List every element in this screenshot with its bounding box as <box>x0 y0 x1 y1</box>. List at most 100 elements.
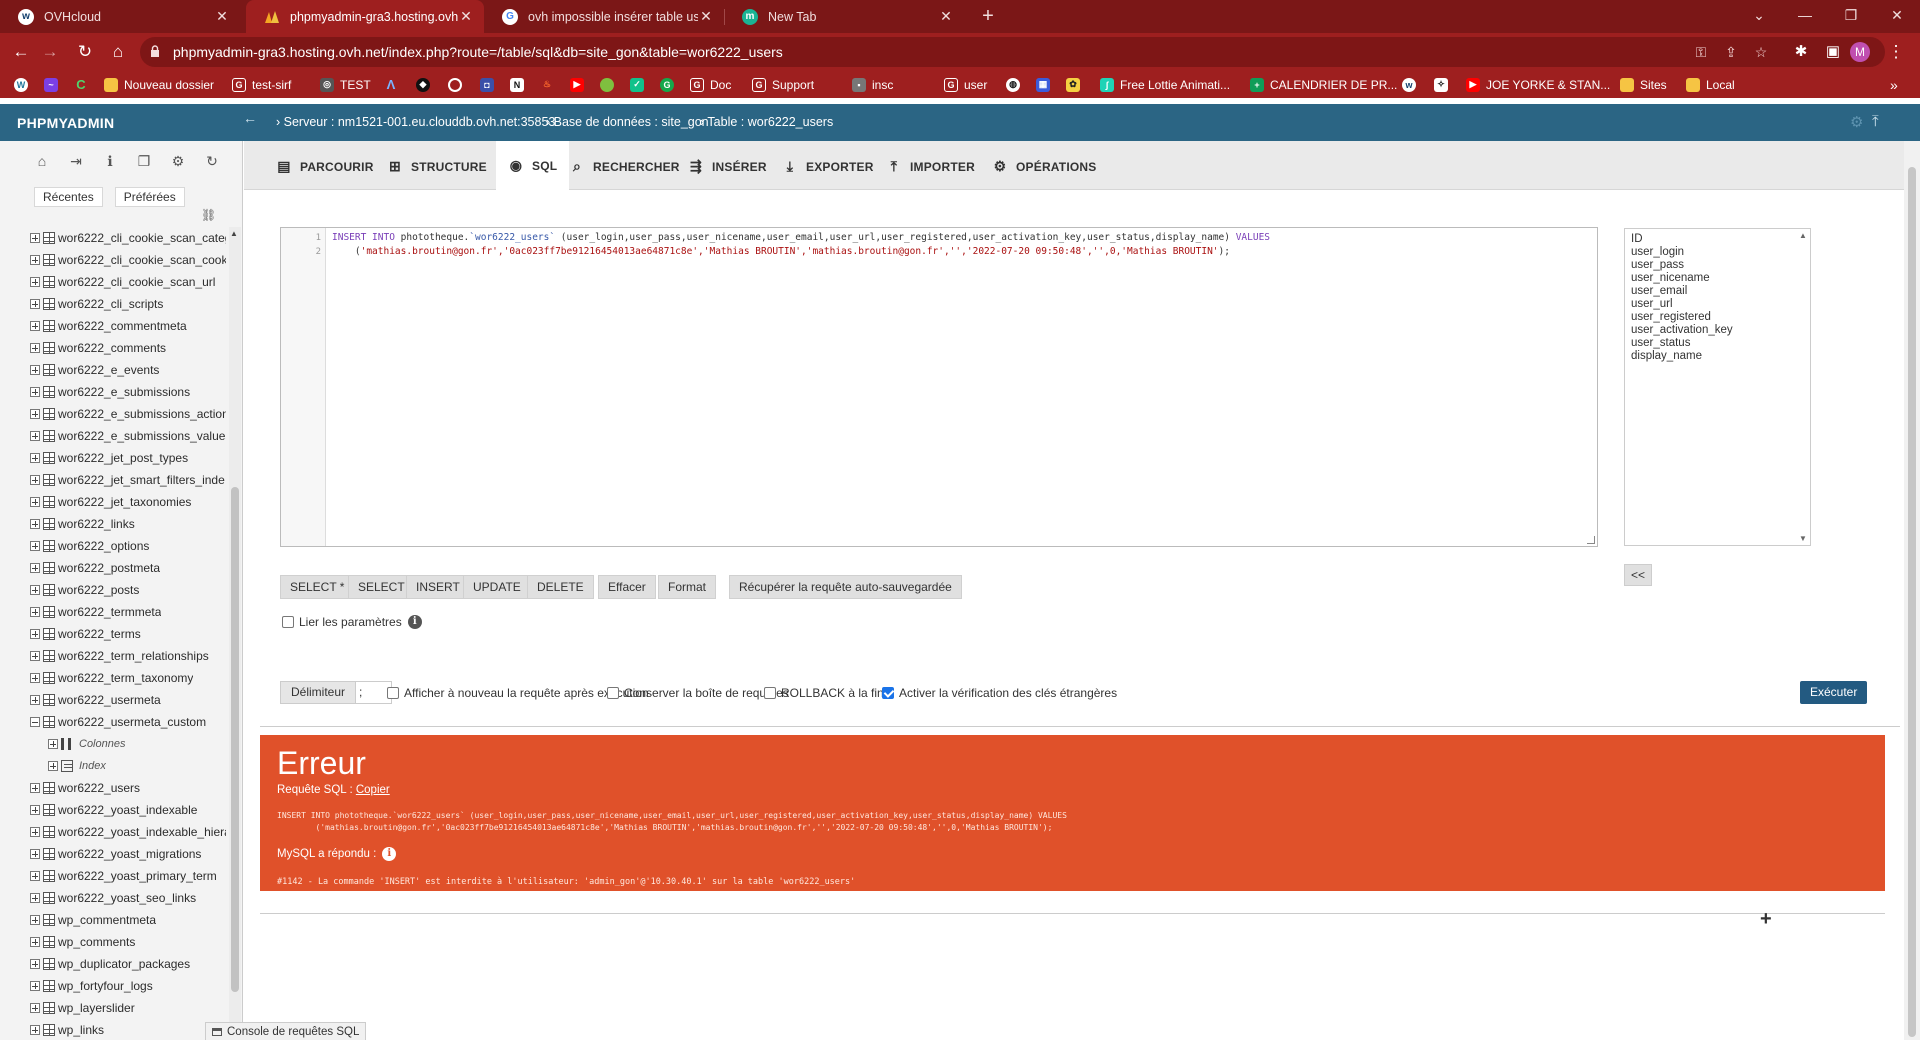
tree-table-item[interactable]: wor6222_jet_post_types <box>30 447 226 469</box>
link-chain-icon[interactable]: ⛓ <box>201 208 216 222</box>
bookmark-purple[interactable]: ~ <box>44 75 64 94</box>
profile-avatar[interactable]: M <box>1850 42 1870 62</box>
tree-table-item[interactable]: wor6222_postmeta <box>30 557 226 579</box>
expand-icon[interactable] <box>30 387 40 397</box>
settings-gear-icon[interactable]: ⚙ <box>1850 113 1863 131</box>
tree-table-item[interactable]: wor6222_commentmeta <box>30 315 226 337</box>
minimize-icon[interactable]: — <box>1782 0 1828 33</box>
tree-table-item[interactable]: wor6222_yoast_seo_links <box>30 887 226 909</box>
tree-table-item[interactable]: wor6222_jet_taxonomies <box>30 491 226 513</box>
bookmark-star-icon[interactable]: ☆ <box>1752 43 1770 61</box>
tab-operations[interactable]: ⚙ OPÉRATIONS <box>992 158 1097 175</box>
bookmark-ovh[interactable]: w <box>1402 75 1422 94</box>
column-option[interactable]: user_url <box>1631 298 1673 310</box>
tree-table-item[interactable]: wor6222_options <box>30 535 226 557</box>
tree-table-item[interactable]: wp_links <box>30 1019 226 1040</box>
bookmark-test[interactable]: ◎ TEST <box>320 75 371 94</box>
tree-table-item[interactable]: wp_fortyfour_logs <box>30 975 226 997</box>
bookmark-lottie[interactable]: ∫ Free Lottie Animati... <box>1100 75 1230 94</box>
tree-table-item[interactable]: wor6222_e_submissions <box>30 381 226 403</box>
tree-table-item[interactable]: wor6222_term_taxonomy <box>30 667 226 689</box>
expand-icon[interactable] <box>30 563 40 573</box>
keep-box-checkbox[interactable] <box>607 687 619 699</box>
expand-icon[interactable] <box>30 981 40 991</box>
page-scrollbar-thumb[interactable] <box>1908 167 1916 1037</box>
expand-icon[interactable] <box>30 651 40 661</box>
scroll-up-icon[interactable]: ▲ <box>230 229 238 238</box>
tab-sql[interactable]: ◉ SQL <box>496 141 570 190</box>
close-tab-icon[interactable]: ✕ <box>938 8 954 25</box>
close-tab-icon[interactable]: ✕ <box>458 8 474 25</box>
tree-table-item[interactable]: wor6222_yoast_indexable <box>30 799 226 821</box>
tab-browse[interactable]: ▤ PARCOURIR <box>276 158 374 175</box>
expand-icon[interactable] <box>30 585 40 595</box>
tree-table-item[interactable]: wor6222_termmeta <box>30 601 226 623</box>
close-tab-icon[interactable]: ✕ <box>698 8 714 25</box>
expand-icon[interactable] <box>30 299 40 309</box>
bookmark-app10[interactable]: ✧ <box>1434 75 1454 94</box>
close-window-icon[interactable]: ✕ <box>1874 0 1920 33</box>
bookmark-app5[interactable]: ♨ <box>540 75 560 94</box>
nav-scrollbar-thumb[interactable] <box>231 487 239 992</box>
bookmark-app8[interactable]: G <box>660 75 680 94</box>
bookmark-doc[interactable]: G Doc <box>690 75 731 94</box>
tab-export[interactable]: ⤓ EXPORTER <box>782 158 874 175</box>
expand-icon[interactable] <box>30 497 40 507</box>
bookmark-calendrier[interactable]: + CALENDRIER DE PR... <box>1250 75 1397 94</box>
expand-icon[interactable] <box>30 695 40 705</box>
expand-icon[interactable] <box>30 629 40 639</box>
tree-table-item[interactable]: wor6222_yoast_indexable_hiera <box>30 821 226 843</box>
rollback-option[interactable]: ROLLBACK à la fin <box>764 686 884 700</box>
tab-recent[interactable]: Récentes <box>34 187 103 207</box>
key-icon[interactable]: ⚿ <box>1692 43 1710 61</box>
bookmark-app4[interactable]: ◘ <box>480 75 500 94</box>
bookmark-user[interactable]: Guser <box>944 75 987 94</box>
tree-table-item[interactable]: wor6222_yoast_migrations <box>30 843 226 865</box>
tree-table-item[interactable]: wp_commentmeta <box>30 909 226 931</box>
bookmark-lambda[interactable]: Λ <box>384 75 404 94</box>
tab-search-chevron-icon[interactable]: ⌄ <box>1736 0 1782 33</box>
expand-icon[interactable] <box>30 431 40 441</box>
expand-icon[interactable] <box>30 959 40 969</box>
tree-table-item[interactable]: wor6222_usermeta <box>30 689 226 711</box>
page-scrollbar[interactable] <box>1904 141 1920 1040</box>
keep-box-option[interactable]: Conserver la boîte de requêtes <box>607 686 789 700</box>
tree-table-item[interactable]: wor6222_cli_cookie_scan_categ <box>30 227 226 249</box>
bookmark-c[interactable]: C <box>74 75 94 94</box>
bookmark-test-sirf[interactable]: Gtest-sirf <box>232 75 291 94</box>
tab-ovhcloud[interactable]: w OVHcloud ✕ <box>0 0 240 33</box>
resize-handle[interactable] <box>1587 536 1595 544</box>
tree-table-item[interactable]: wor6222_e_submissions_values <box>30 425 226 447</box>
tree-table-item[interactable]: wor6222_comments <box>30 337 226 359</box>
tree-table-item[interactable]: wor6222_cli_cookie_scan_url <box>30 271 226 293</box>
expand-icon[interactable] <box>30 849 40 859</box>
column-option[interactable]: user_nicename <box>1631 272 1710 284</box>
collapse-top-icon[interactable]: ⤒ <box>1872 113 1879 130</box>
home-icon[interactable]: ⌂ <box>25 153 59 173</box>
expand-icon[interactable] <box>30 453 40 463</box>
address-bar[interactable]: phpmyadmin-gra3.hosting.ovh.net/index.ph… <box>140 37 1885 67</box>
bookmark-app9[interactable]: ✿ <box>1066 75 1086 94</box>
tree-table-item[interactable]: wor6222_yoast_primary_term <box>30 865 226 887</box>
close-tab-icon[interactable]: ✕ <box>214 8 230 25</box>
tab-search[interactable]: ⌕ RECHERCHER <box>569 158 680 175</box>
new-tab-plus-icon[interactable]: + <box>975 4 1001 30</box>
restore-query-button[interactable]: Récupérer la requête auto-sauvegardée <box>729 575 962 599</box>
expand-icon[interactable] <box>30 519 40 529</box>
tree-columns-node[interactable]: Colonnes <box>30 733 226 755</box>
expand-icon[interactable] <box>30 871 40 881</box>
reload-icon[interactable]: ↻ <box>72 39 98 65</box>
tree-table-item[interactable]: wor6222_jet_smart_filters_inde <box>30 469 226 491</box>
bind-params-checkbox[interactable] <box>282 616 294 628</box>
bind-params-option[interactable]: Lier les paramètres i <box>282 615 422 629</box>
expand-icon[interactable] <box>30 255 40 265</box>
info-icon[interactable]: ℹ <box>93 153 127 173</box>
expand-icon[interactable] <box>30 827 40 837</box>
tree-table-item[interactable]: wp_comments <box>30 931 226 953</box>
forward-arrow-icon[interactable]: → <box>37 39 63 65</box>
column-option[interactable]: user_login <box>1631 246 1684 258</box>
select-button[interactable]: SELECT <box>348 575 415 599</box>
tree-table-item[interactable]: wor6222_usermeta_custom <box>30 711 226 733</box>
expand-icon[interactable] <box>30 1025 40 1035</box>
expand-icon[interactable] <box>30 1003 40 1013</box>
